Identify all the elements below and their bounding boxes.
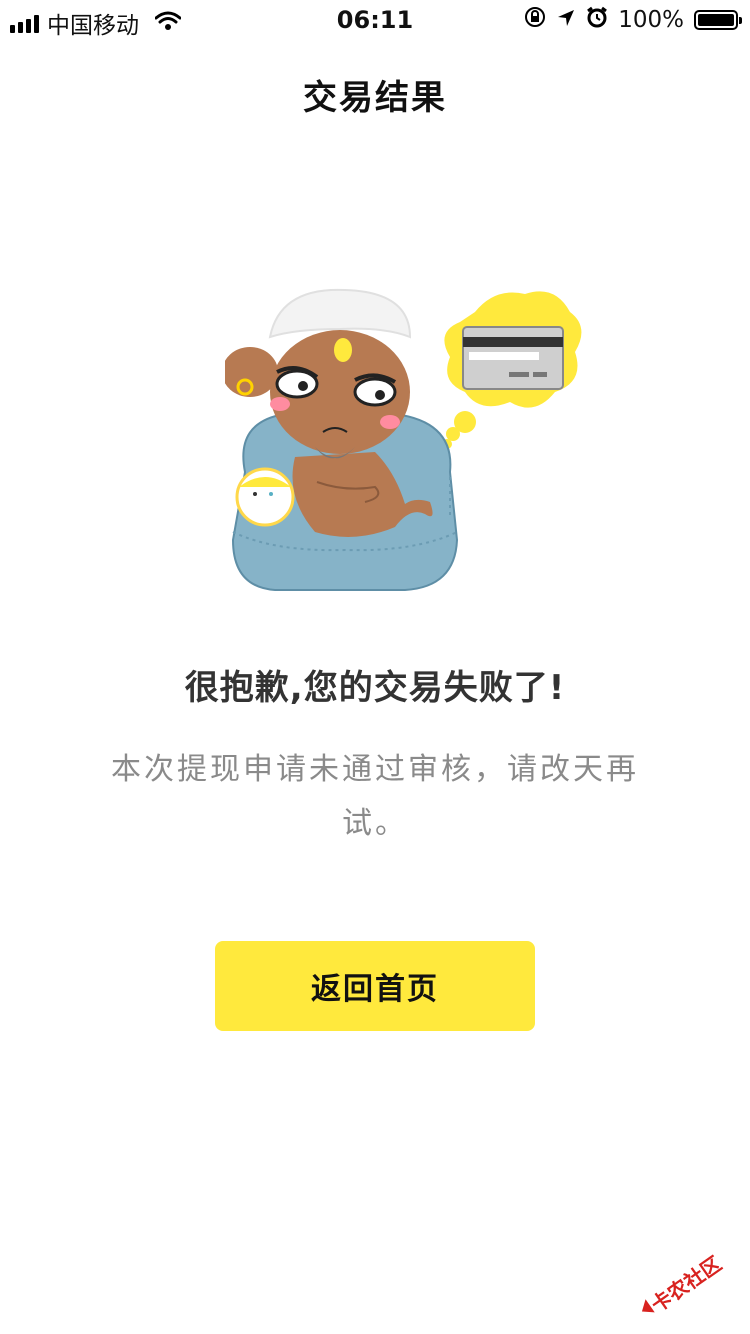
failure-description: 本次提现申请未通过审核，请改天再试。 <box>111 752 639 841</box>
failure-illustration <box>222 282 585 597</box>
credit-card-icon <box>462 326 564 390</box>
battery-fill <box>698 14 734 26</box>
alarm-icon <box>586 6 608 34</box>
genie-character <box>222 288 433 537</box>
rotation-lock-icon <box>524 6 546 34</box>
thought-bubble <box>442 291 582 449</box>
page-title: 交易结果 <box>303 78 447 118</box>
battery-percent: 100% <box>618 7 684 33</box>
back-to-home-button[interactable]: 返回首页 <box>215 941 535 1031</box>
watermark-logo: 卡农社区 <box>632 1240 742 1320</box>
svg-text:卡农社区: 卡农社区 <box>647 1251 726 1317</box>
failure-title: 很抱歉,您的交易失败了! <box>184 668 566 708</box>
status-bar: 中国移动 06:11 100% <box>0 0 750 40</box>
location-arrow-icon <box>556 6 576 34</box>
battery-icon <box>694 10 742 30</box>
